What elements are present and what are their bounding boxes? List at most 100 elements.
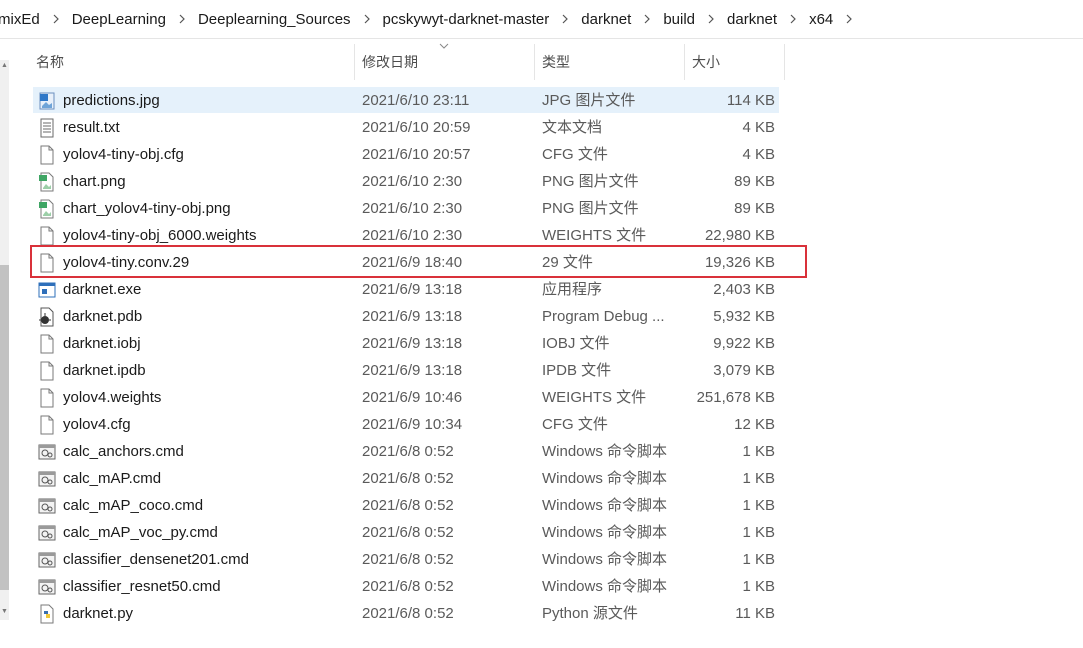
file-row[interactable]: yolov4-tiny-obj.cfg 2021/6/10 20:57 CFG 文件… [0,141,820,168]
file-type: Windows 命令脚本 [542,470,668,487]
file-modified-date: 2021/6/10 2:30 [362,227,463,244]
file-size: 1 KB [742,470,775,487]
chevron-right-icon[interactable] [697,9,725,29]
file-modified-date: 2021/6/10 20:59 [362,119,471,136]
breadcrumb-item-darknet-master[interactable]: pcskywyt-darknet-master [381,11,552,28]
file-name: calc_mAP_voc_py.cmd [63,524,218,541]
breadcrumb-item-deeplearning[interactable]: DeepLearning [70,11,168,28]
file-type: Python 源文件 [542,605,638,622]
breadcrumb-item-x64[interactable]: x64 [807,11,835,28]
file-name: classifier_densenet201.cmd [63,551,249,568]
file-size: 1 KB [742,497,775,514]
file-modified-date: 2021/6/8 0:52 [362,524,454,541]
file-size: 22,980 KB [704,227,775,244]
file-type: Windows 命令脚本 [542,551,668,568]
breadcrumb-item-deeplearning-sources[interactable]: Deeplearning_Sources [196,11,353,28]
file-size: 1 KB [742,551,775,568]
breadcrumb-item-mixed[interactable]: mixEd [0,11,42,28]
file-modified-date: 2021/6/9 13:18 [362,362,463,379]
column-divider[interactable] [784,44,785,80]
chevron-right-icon[interactable] [551,9,579,29]
file-row[interactable]: calc_mAP_coco.cmd 2021/6/8 0:52 Windows 命令… [0,492,820,519]
file-type: PNG 图片文件 [542,200,639,217]
cmd-file-icon [38,523,56,543]
file-modified-date: 2021/6/9 18:40 [362,254,463,271]
breadcrumb-item-darknet-2[interactable]: darknet [725,11,779,28]
file-row[interactable]: darknet.iobj 2021/6/9 13:18 IOBJ 文件 9,922 K… [0,330,820,357]
file-row[interactable]: classifier_resnet50.cmd 2021/6/8 0:52 Wind… [0,573,820,600]
file-size: 1 KB [742,578,775,595]
blank-file-icon [38,388,56,408]
file-name: yolov4.cfg [63,416,131,433]
file-type: 29 文件 [542,254,593,271]
chevron-right-icon[interactable] [779,9,807,29]
file-type: IOBJ 文件 [542,335,610,352]
file-size: 2,403 KB [713,281,775,298]
file-name: darknet.pdb [63,308,143,325]
breadcrumb: mixEd DeepLearning Deeplearning_Sources … [0,0,1083,39]
file-row[interactable]: yolov4-tiny-obj_6000.weights 2021/6/10 2:… [0,222,820,249]
file-row[interactable]: darknet.py 2021/6/8 0:52 Python 源文件 11 KB [0,600,820,627]
file-row[interactable]: chart_yolov4-tiny-obj.png 2021/6/10 2:30 P… [0,195,820,222]
file-name: yolov4-tiny-obj_6000.weights [63,227,257,244]
file-type: 应用程序 [542,281,603,298]
file-modified-date: 2021/6/8 0:52 [362,551,454,568]
blank-file-icon [38,361,56,381]
file-modified-date: 2021/6/8 0:52 [362,497,454,514]
file-name: result.txt [63,119,120,136]
file-type: IPDB 文件 [542,362,612,379]
chevron-right-icon[interactable] [42,9,70,29]
file-modified-date: 2021/6/9 10:34 [362,416,463,433]
file-modified-date: 2021/6/10 23:11 [362,92,470,109]
file-explorer-window: mixEd DeepLearning Deeplearning_Sources … [0,0,1083,648]
breadcrumb-item-darknet[interactable]: darknet [579,11,633,28]
chevron-right-icon[interactable] [835,9,863,29]
file-row[interactable]: calc_mAP_voc_py.cmd 2021/6/8 0:52 Windows … [0,519,820,546]
file-type: Windows 命令脚本 [542,578,668,595]
file-row[interactable]: calc_mAP.cmd 2021/6/8 0:52 Windows 命令脚本 1 K… [0,465,820,492]
file-name: calc_anchors.cmd [63,443,184,460]
cmd-file-icon [38,496,56,516]
chevron-right-icon[interactable] [353,9,381,29]
column-header-type[interactable]: 类型 [535,44,684,80]
file-row[interactable]: result.txt 2021/6/10 20:59 文本文档 4 KB [0,114,820,141]
breadcrumb-item-build[interactable]: build [661,11,697,28]
blank-file-icon [38,253,56,273]
chevron-right-icon[interactable] [633,9,661,29]
file-row[interactable]: classifier_densenet201.cmd 2021/6/8 0:52 W… [0,546,820,573]
chevron-right-icon[interactable] [168,9,196,29]
file-modified-date: 2021/6/9 13:18 [362,281,463,298]
file-name: darknet.iobj [63,335,141,352]
column-header-name[interactable]: 名称 [29,44,354,80]
file-row[interactable]: yolov4-tiny.conv.29 2021/6/9 18:40 29 文件 19… [0,249,820,276]
file-size: 11 KB [735,605,775,622]
scroll-up-arrow-icon[interactable]: ▲ [0,60,9,72]
file-row[interactable]: darknet.ipdb 2021/6/9 13:18 IPDB 文件 3,079 K… [0,357,820,384]
file-modified-date: 2021/6/9 13:18 [362,308,463,325]
file-modified-date: 2021/6/8 0:52 [362,578,454,595]
file-list: predictions.jpg 2021/6/10 23:11 JPG 图片文件 11… [0,87,820,627]
file-name: darknet.exe [63,281,142,298]
file-row[interactable]: yolov4.weights 2021/6/9 10:46 WEIGHTS 文件 25… [0,384,820,411]
column-header-date[interactable]: 修改日期 [355,44,534,80]
column-header-size[interactable]: 大小 [685,44,784,80]
file-type: Windows 命令脚本 [542,497,668,514]
file-row[interactable]: yolov4.cfg 2021/6/9 10:34 CFG 文件 12 KB [0,411,820,438]
file-row[interactable]: predictions.jpg 2021/6/10 23:11 JPG 图片文件 11… [0,87,820,114]
file-modified-date: 2021/6/10 2:30 [362,173,463,190]
file-name: chart.png [63,173,126,190]
file-type: PNG 图片文件 [542,173,639,190]
file-size: 3,079 KB [713,362,775,379]
file-row[interactable]: darknet.exe 2021/6/9 13:18 应用程序 2,403 KB [0,276,820,303]
python-file-icon [38,604,56,624]
file-row[interactable]: darknet.pdb 2021/6/9 13:18 Program Debug .… [0,303,820,330]
file-name: calc_mAP_coco.cmd [63,497,204,514]
file-name: predictions.jpg [63,92,160,109]
file-type: Program Debug ... [542,308,665,325]
file-modified-date: 2021/6/8 0:52 [362,605,454,622]
file-row[interactable]: calc_anchors.cmd 2021/6/8 0:52 Windows 命令脚… [0,438,820,465]
file-row[interactable]: chart.png 2021/6/10 2:30 PNG 图片文件 89 KB [0,168,820,195]
file-type: Windows 命令脚本 [542,443,668,460]
file-type: 文本文档 [542,119,603,136]
column-header-row: 名称 修改日期 类型 大小 [0,44,800,80]
